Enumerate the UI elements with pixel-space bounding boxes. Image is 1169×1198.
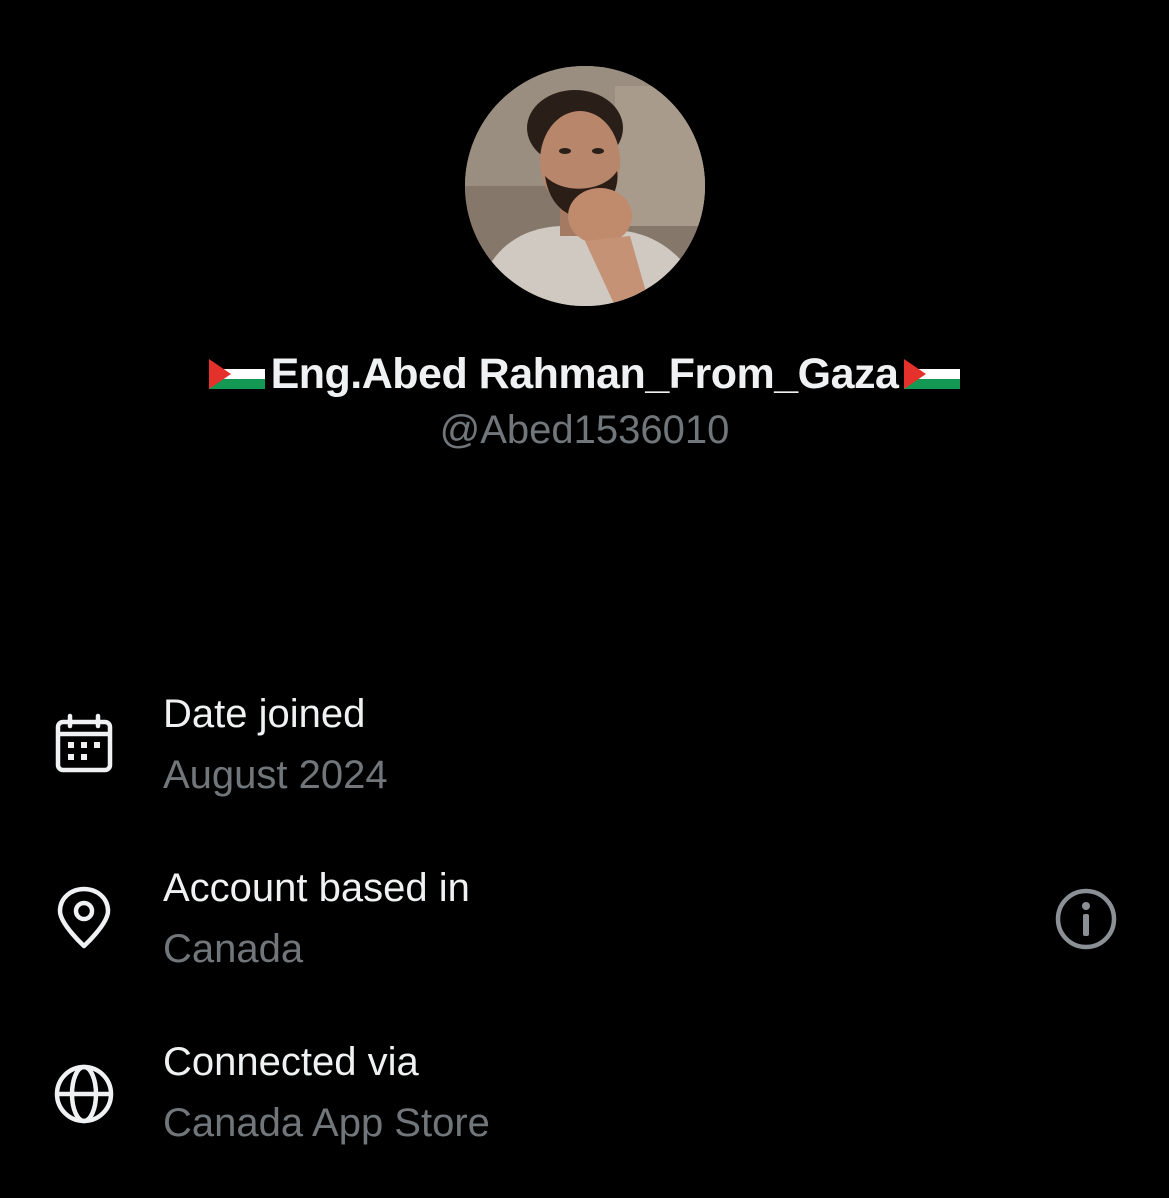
- connected-via-value: Canada App Store: [163, 1101, 490, 1145]
- display-name: Eng.Abed Rahman_From_Gaza: [270, 349, 899, 398]
- location-pin-icon: [57, 886, 111, 949]
- profile-handle: @Abed1536010: [439, 408, 730, 452]
- calendar-icon: [55, 713, 113, 773]
- profile-name-row: Eng.Abed Rahman_From_Gaza: [0, 346, 1169, 402]
- date-joined-value: August 2024: [163, 753, 388, 797]
- date-joined-label: Date joined: [163, 692, 366, 736]
- avatar-photo: [465, 66, 705, 306]
- connected-via-label: Connected via: [163, 1040, 419, 1084]
- palestine-flag-emoji: [208, 359, 265, 389]
- globe-icon: [54, 1064, 114, 1124]
- info-icon[interactable]: [1053, 886, 1119, 952]
- profile-avatar[interactable]: [465, 66, 705, 306]
- account-based-in-value: Canada: [163, 927, 304, 971]
- account-based-in-label: Account based in: [163, 866, 470, 910]
- palestine-flag-emoji: [904, 359, 961, 389]
